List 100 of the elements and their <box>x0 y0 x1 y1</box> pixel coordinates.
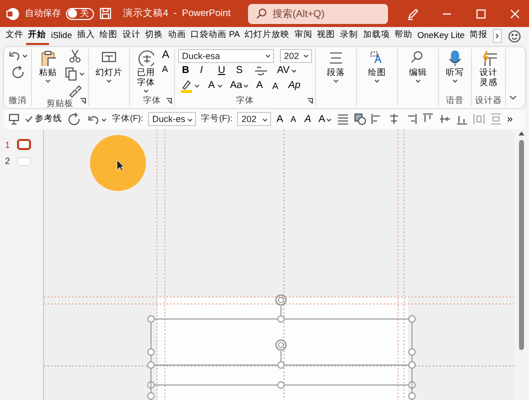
app-logo-icon <box>6 6 20 20</box>
ribbon-button[interactable]: 编辑 <box>401 49 435 84</box>
dialog-launcher-icon[interactable] <box>307 98 313 104</box>
font-size-field[interactable]: 202 <box>280 48 312 62</box>
guides-checkbox[interactable]: 参考线 <box>25 113 62 125</box>
decrease-font-size-button[interactable]: A <box>290 114 300 124</box>
selection-frame[interactable] <box>147 339 416 400</box>
ribbon-button[interactable]: 绘图 <box>360 49 394 84</box>
presenter-icon[interactable] <box>8 113 20 125</box>
microphone-icon <box>447 50 463 66</box>
ribbon-tab[interactable]: 文件 <box>3 27 26 45</box>
ribbon-tab[interactable]: 幻灯片放映 <box>242 27 292 45</box>
group-label: 剪贴板 <box>46 98 74 109</box>
clear-formatting-button[interactable]: Ap <box>288 80 300 91</box>
ribbon-tab[interactable]: 加载项 <box>360 27 392 45</box>
group-label: 设计器 <box>475 95 502 106</box>
increase-font-size-button[interactable]: A <box>162 49 171 61</box>
dialog-launcher-icon[interactable] <box>80 98 86 104</box>
caret-icon <box>374 78 380 83</box>
caret-icon <box>415 78 421 83</box>
redo-icon[interactable] <box>10 65 24 79</box>
character-spacing-button[interactable]: AV <box>277 65 297 76</box>
ribbon-tab[interactable]: 录制 <box>338 27 360 45</box>
used-fonts-button[interactable]: 已用字体 <box>133 49 159 94</box>
slide-thumbnail[interactable] <box>17 139 31 150</box>
scroll-up-icon[interactable] <box>518 131 525 136</box>
ribbon-tab[interactable]: 开始 <box>26 27 49 45</box>
ribbon-tab[interactable]: 帮助 <box>392 27 415 45</box>
caret-icon <box>22 53 28 58</box>
caret-icon <box>106 78 112 83</box>
ribbon-tab[interactable]: 设计 <box>120 27 143 45</box>
align-top-icon[interactable] <box>422 113 434 125</box>
designer-button[interactable]: 设计灵感 <box>476 49 502 88</box>
strikethrough-button[interactable]: S <box>236 65 245 76</box>
dialog-launcher-icon[interactable] <box>166 98 172 104</box>
italic-button[interactable]: I <box>200 65 209 76</box>
caret-icon <box>452 78 458 83</box>
cursor-icon <box>116 160 124 172</box>
ribbon-button[interactable]: 幻灯片 <box>92 49 126 84</box>
autosave-label: 自动保存 <box>25 7 61 20</box>
format-painter-icon[interactable] <box>67 84 82 98</box>
ribbon-tab[interactable]: OneKey Lite <box>414 27 468 45</box>
cut-icon[interactable] <box>68 49 82 63</box>
caret-icon <box>326 116 332 122</box>
group-label: 字体 <box>236 95 254 106</box>
bold-button[interactable]: B <box>182 65 191 76</box>
increase-font-size-button[interactable]: A <box>276 114 286 124</box>
caret-icon <box>243 83 250 88</box>
ribbon-tab[interactable]: 视图 <box>314 27 338 45</box>
redo-icon[interactable] <box>67 112 81 126</box>
underline-button[interactable]: U <box>218 65 227 76</box>
tab-scroll-button[interactable] <box>492 29 502 43</box>
align-center-icon[interactable] <box>388 113 400 125</box>
font-size-label: 字号(F): <box>201 113 232 125</box>
font-color-button[interactable]: A <box>318 114 332 124</box>
ribbon-tab[interactable]: iSlide <box>48 27 74 45</box>
ribbon-tab[interactable]: 插入 <box>74 27 98 45</box>
search-icon <box>256 8 267 19</box>
selection-frame[interactable] <box>147 294 416 389</box>
align-bottom-icon[interactable] <box>456 113 468 125</box>
group-label: 语音 <box>446 95 464 106</box>
shape-fill-icon[interactable] <box>354 113 366 125</box>
ribbon-button[interactable]: 段落 <box>319 49 353 84</box>
caret-icon <box>265 53 271 58</box>
align-middle-icon[interactable] <box>439 113 452 125</box>
font-name-field[interactable]: Duck-es <box>148 112 196 126</box>
strikethrough-text-icon[interactable] <box>254 64 268 77</box>
align-text-icon[interactable] <box>337 113 350 125</box>
undo-button[interactable] <box>7 49 28 62</box>
change-case-button[interactable]: Aa <box>230 80 250 91</box>
scrollbar-thumb[interactable] <box>519 140 524 350</box>
dictate-button[interactable]: 听写 <box>442 49 468 84</box>
font-name-field[interactable]: Duck-esa <box>178 48 274 62</box>
font-size-field[interactable]: 202 <box>237 112 272 126</box>
autosave-toggle[interactable]: 关 <box>66 8 94 20</box>
highlight-button[interactable] <box>180 78 200 92</box>
smiley-icon[interactable] <box>508 30 521 42</box>
ribbon-tab[interactable]: 动画 <box>166 27 188 45</box>
ribbon-tab[interactable]: 口袋动画 PA <box>188 27 242 45</box>
decrease-font-size-button[interactable]: A <box>162 64 171 74</box>
chevron-down-icon <box>509 95 517 100</box>
checkmark-icon <box>25 115 33 123</box>
ribbon-tab[interactable]: 绘图 <box>97 27 120 45</box>
caret-icon <box>187 116 194 122</box>
paste-button[interactable]: 粘贴 <box>35 49 61 84</box>
ribbon-tab[interactable]: 审阅 <box>292 27 315 45</box>
save-icon[interactable] <box>99 7 112 20</box>
copy-button[interactable] <box>64 66 85 81</box>
paragraph-icon <box>328 50 344 66</box>
align-right-icon[interactable] <box>405 113 418 125</box>
ribbon-tab[interactable]: 简报 <box>467 27 490 45</box>
search-field[interactable]: 搜索(Alt+Q) <box>248 4 388 24</box>
clear-formatting-button[interactable]: A <box>304 114 314 124</box>
decrease-font-size-button[interactable]: A <box>272 80 282 90</box>
ribbon-tab[interactable]: 切换 <box>142 27 166 45</box>
group-label: 撤消 <box>8 95 26 106</box>
more-tools-button[interactable]: » <box>507 114 516 124</box>
font-color-button[interactable]: A <box>207 80 223 91</box>
font-label: 字体(F): <box>112 113 144 125</box>
increase-font-size-button[interactable]: A <box>256 80 266 91</box>
